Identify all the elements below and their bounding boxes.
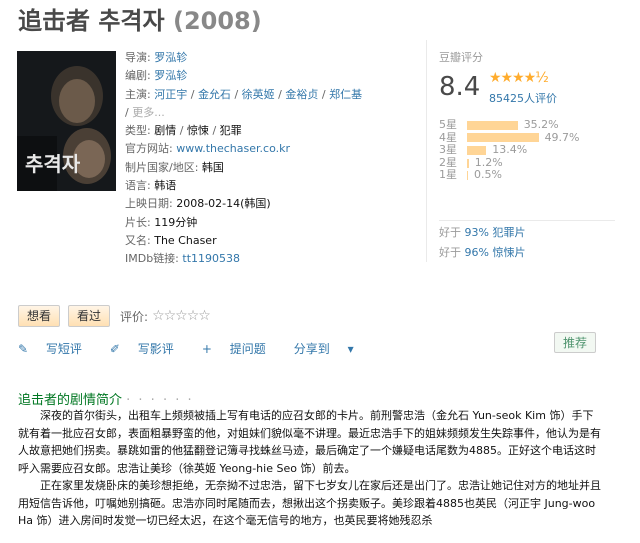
country-label: 制片国家/地区: (125, 160, 199, 174)
cast-link[interactable]: 郑仁基 (329, 88, 362, 101)
better-than: 好于 93% 犯罪片 好于 96% 惊悚片 (439, 220, 615, 263)
aka-value: The Chaser (154, 233, 217, 247)
action-bar: 想看 看过 评价: ☆☆☆☆☆ (18, 305, 211, 327)
rating-row: 1星 0.5% (439, 169, 580, 182)
want-to-see-button[interactable]: 想看 (18, 305, 61, 327)
rating-stars-icon: ★★★★½ (489, 70, 549, 86)
rating-row-pct: 0.5% (474, 168, 502, 182)
recommend-button[interactable]: 推荐 (553, 332, 596, 353)
writer-label: 编剧: (125, 69, 151, 83)
ask-question-label[interactable]: 提问题 (230, 342, 266, 356)
cast-link[interactable]: 金裕贞 (285, 88, 318, 101)
title-text: 追击者 추격자 (18, 7, 165, 35)
votes-link[interactable]: 85425人评价 (489, 92, 557, 105)
summary-heading: 追击者的剧情简介 · · · · · · (18, 389, 194, 408)
rating-row-pct: 35.2% (523, 118, 559, 131)
cast-link[interactable]: 徐英姬 (242, 88, 275, 101)
plus-icon: + (201, 342, 212, 356)
release-date-label: 上映日期: (125, 197, 173, 211)
imdb-label: IMDb链接: (125, 252, 179, 266)
rating-bar (467, 120, 518, 130)
rate-label: 评价: (120, 309, 149, 324)
rating-row: 2星 1.2% (439, 156, 580, 170)
rating-panel: 豆瓣评分 8.4 ★★★★½ 85425人评价 5星 35.2% 4星 49.7% 3星… (426, 40, 640, 262)
language-value: 韩语 (154, 179, 177, 193)
summary-paragraph: 正在家里发烧卧床的美珍想拒绝，无奈拗不过忠浩，留下七岁女儿在家后还是出门了。忠浩… (18, 479, 601, 527)
rating-row-pct: 13.4% (492, 143, 528, 157)
write-review-label[interactable]: 写影评 (138, 342, 174, 356)
write-short-review[interactable]: ✎ 写短评 (18, 340, 96, 357)
speech-bubble-icon: ✎ (18, 342, 29, 356)
rating-votes[interactable]: 85425人评价 (489, 90, 557, 106)
director-link[interactable]: 罗泓轸 (154, 51, 187, 64)
runtime-value: 119分钟 (154, 215, 198, 229)
chevron-down-icon: ▾ (347, 342, 354, 356)
genre: 犯罪 (219, 124, 242, 138)
genre: 惊悚 (186, 124, 209, 138)
official-site-link[interactable]: www.thechaser.co.kr (176, 142, 290, 155)
better-link[interactable]: 93% 犯罪片 (465, 226, 526, 239)
cast-link[interactable]: 金允石 (198, 88, 231, 101)
page-title: 追击者 추격자 (2008) (18, 4, 262, 38)
country-value: 韩国 (201, 160, 224, 174)
director-label: 导演: (125, 51, 151, 64)
rating-row-star: 5星 (439, 118, 457, 131)
writer-link[interactable]: 罗泓轸 (154, 69, 187, 82)
cast-link[interactable]: 河正宇 (154, 88, 187, 101)
share-menu[interactable]: 分享到 ▾ (294, 340, 368, 357)
title-year: (2008) (172, 7, 262, 35)
share-label[interactable]: 分享到 (294, 342, 330, 356)
summary-body: 深夜的首尔街头，出租车上频频被插上写有电话的应召女郎的卡片。前刑警忠浩（金允石 … (18, 407, 602, 530)
rating-label: 豆瓣评分 (439, 51, 483, 64)
better-link[interactable]: 96% 惊悚片 (465, 246, 526, 259)
rating-distribution: 5星 35.2% 4星 49.7% 3星 13.4% 2星 1.2% 1星 0.5% (439, 118, 580, 182)
pencil-icon: ✐ (109, 342, 120, 356)
better-prefix: 好于 (439, 246, 461, 259)
summary-heading-text: 追击者的剧情简介 (18, 393, 123, 408)
tool-links: ✎ 写短评 ✐ 写影评 + 提问题 分享到 ▾ (18, 340, 382, 357)
summary-dots: · · · · · · (126, 393, 194, 408)
write-review[interactable]: ✐ 写影评 (110, 340, 188, 357)
rate-stars-input[interactable]: ☆☆☆☆☆ (152, 308, 211, 324)
svg-text:추격자: 추격자 (25, 152, 81, 176)
language-label: 语言: (125, 179, 151, 193)
genre-label: 类型: (125, 124, 151, 138)
site-label: 官方网站: (125, 142, 173, 156)
rating-bar (467, 145, 487, 155)
aka-label: 又名: (125, 233, 151, 247)
cast-more-link[interactable]: 更多... (132, 106, 165, 119)
summary-paragraph: 深夜的首尔街头，出租车上频频被插上写有电话的应召女郎的卡片。前刑警忠浩（金允石 … (18, 409, 601, 475)
rating-bar (467, 171, 468, 181)
seen-button[interactable]: 看过 (68, 305, 111, 327)
genre: 剧情 (154, 124, 177, 138)
rating-row-star: 3星 (439, 143, 457, 157)
rating-bar (467, 133, 539, 143)
rating-row: 3星 13.4% (439, 144, 580, 157)
movie-page: 追击者 추격자 (2008) 추격자 导演: 罗泓轸 编剧: 罗泓轸 主演: 河… (0, 0, 640, 543)
better-prefix: 好于 (439, 226, 461, 239)
runtime-label: 片长: (125, 215, 151, 229)
poster-image: 추격자 (17, 51, 116, 191)
cast-label: 主演: (125, 87, 151, 101)
rating-row-pct: 49.7% (544, 130, 580, 144)
rating-score: 8.4 (439, 72, 481, 102)
release-date-value: 2008-02-14(韩国) (176, 197, 271, 211)
movie-info: 导演: 罗泓轸 编剧: 罗泓轸 主演: 河正宇 / 金允石 / 徐英姬 / 金裕… (125, 51, 363, 266)
movie-poster[interactable]: 추격자 (17, 51, 116, 191)
rating-row-star: 1星 (439, 168, 457, 182)
rating-bar (467, 158, 469, 168)
write-short-review-label[interactable]: 写短评 (46, 342, 82, 356)
imdb-link[interactable]: tt1190538 (182, 252, 240, 265)
ask-question[interactable]: + 提问题 (202, 340, 280, 357)
rating-row: 5星 35.2% (439, 118, 580, 132)
